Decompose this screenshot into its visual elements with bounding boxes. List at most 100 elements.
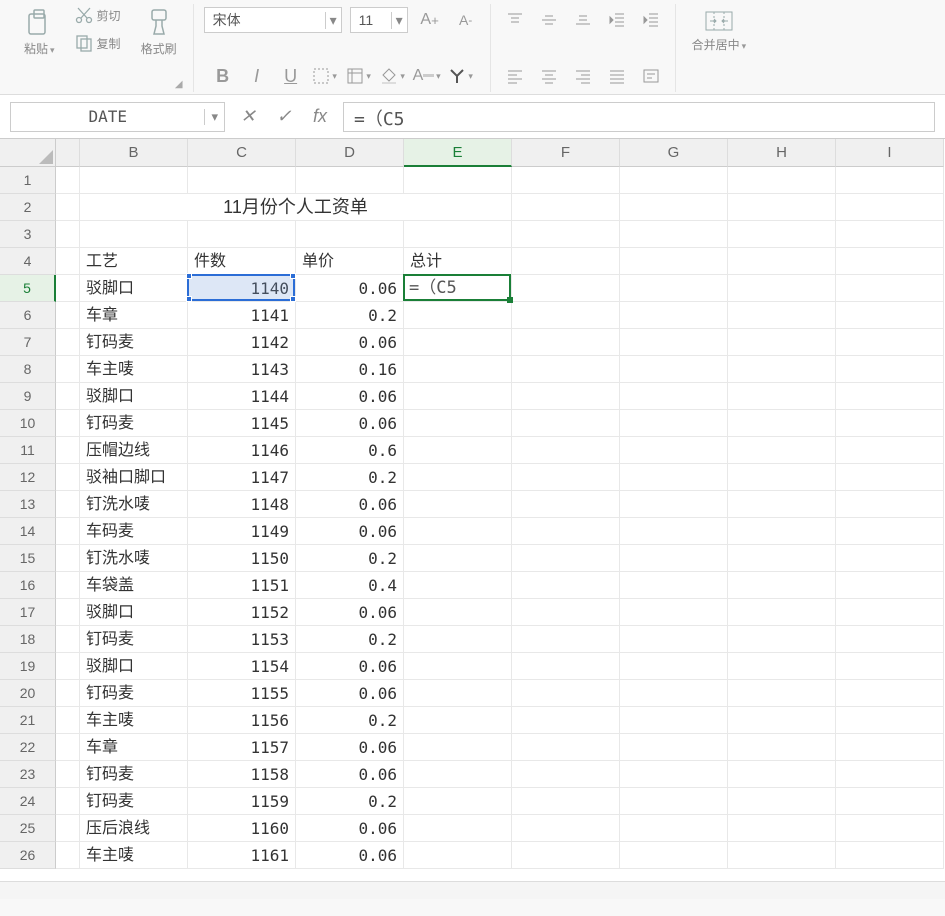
row-header-6[interactable]: 6: [0, 302, 56, 329]
cell[interactable]: 钉码麦: [80, 410, 188, 437]
cell[interactable]: 1151: [188, 572, 296, 599]
cell[interactable]: [296, 221, 404, 248]
cell[interactable]: [56, 842, 80, 869]
decrease-indent-icon[interactable]: [603, 6, 631, 34]
cell[interactable]: 驳袖口脚口: [80, 464, 188, 491]
cell[interactable]: [404, 572, 512, 599]
cell[interactable]: 驳脚口: [80, 275, 188, 302]
cell[interactable]: [404, 302, 512, 329]
row-header-12[interactable]: 12: [0, 464, 56, 491]
align-right-icon[interactable]: [569, 62, 597, 90]
cell[interactable]: [836, 815, 944, 842]
cell[interactable]: [620, 194, 728, 221]
cell[interactable]: [836, 383, 944, 410]
align-center-icon[interactable]: [535, 62, 563, 90]
select-all-corner[interactable]: [0, 139, 56, 167]
cell[interactable]: [836, 167, 944, 194]
cell[interactable]: [512, 815, 620, 842]
cell[interactable]: [404, 761, 512, 788]
row-header-4[interactable]: 4: [0, 248, 56, 275]
cell[interactable]: [80, 167, 188, 194]
font-name-select[interactable]: 宋体▾: [204, 7, 342, 33]
cell[interactable]: [296, 167, 404, 194]
cell[interactable]: [620, 437, 728, 464]
cell[interactable]: [56, 815, 80, 842]
cell[interactable]: [56, 707, 80, 734]
cell[interactable]: 0.16: [296, 356, 404, 383]
cell[interactable]: 0.06: [296, 599, 404, 626]
cell[interactable]: [620, 842, 728, 869]
clear-format-button[interactable]: [447, 62, 475, 90]
cell[interactable]: [620, 653, 728, 680]
cell[interactable]: [620, 329, 728, 356]
cell[interactable]: [836, 626, 944, 653]
spreadsheet-grid[interactable]: BCDEFGHI 1234567891011121314151617181920…: [0, 139, 945, 899]
cell[interactable]: [56, 410, 80, 437]
cell[interactable]: [56, 599, 80, 626]
cell[interactable]: 0.2: [296, 626, 404, 653]
align-left-icon[interactable]: [501, 62, 529, 90]
cell[interactable]: [512, 248, 620, 275]
cell[interactable]: 车章: [80, 734, 188, 761]
cell[interactable]: 0.06: [296, 842, 404, 869]
cell[interactable]: [512, 788, 620, 815]
cell[interactable]: [728, 599, 836, 626]
cell[interactable]: [404, 410, 512, 437]
cell[interactable]: [728, 788, 836, 815]
row-header-24[interactable]: 24: [0, 788, 56, 815]
cell[interactable]: [56, 383, 80, 410]
fill-style-button[interactable]: [345, 62, 373, 90]
row-header-20[interactable]: 20: [0, 680, 56, 707]
cell[interactable]: 11月份个人工资单: [80, 194, 512, 221]
cell[interactable]: [404, 707, 512, 734]
cell[interactable]: 0.2: [296, 302, 404, 329]
cell[interactable]: 工艺: [80, 248, 188, 275]
cell[interactable]: [728, 707, 836, 734]
cell[interactable]: [56, 248, 80, 275]
cell[interactable]: 钉码麦: [80, 761, 188, 788]
cell[interactable]: [620, 626, 728, 653]
cell[interactable]: [188, 167, 296, 194]
col-header-I[interactable]: I: [836, 139, 944, 167]
cell[interactable]: [56, 518, 80, 545]
cell[interactable]: [404, 653, 512, 680]
cell[interactable]: [56, 491, 80, 518]
cell[interactable]: [512, 491, 620, 518]
row-header-22[interactable]: 22: [0, 734, 56, 761]
cell[interactable]: [836, 734, 944, 761]
cell[interactable]: 0.2: [296, 464, 404, 491]
cell[interactable]: 1161: [188, 842, 296, 869]
cell[interactable]: [512, 545, 620, 572]
cell[interactable]: [728, 383, 836, 410]
col-header-B[interactable]: B: [80, 139, 188, 167]
cell[interactable]: [404, 734, 512, 761]
cell[interactable]: 1142: [188, 329, 296, 356]
cell[interactable]: [512, 626, 620, 653]
row-header-1[interactable]: 1: [0, 167, 56, 194]
cell[interactable]: [404, 815, 512, 842]
row-header-5[interactable]: 5: [0, 275, 56, 302]
cell[interactable]: [836, 464, 944, 491]
cell[interactable]: [728, 410, 836, 437]
cell[interactable]: 1153: [188, 626, 296, 653]
cell[interactable]: [512, 734, 620, 761]
cell[interactable]: [620, 815, 728, 842]
col-header-D[interactable]: D: [296, 139, 404, 167]
cell[interactable]: 1144: [188, 383, 296, 410]
increase-indent-icon[interactable]: [637, 6, 665, 34]
cell[interactable]: 1150: [188, 545, 296, 572]
row-header-9[interactable]: 9: [0, 383, 56, 410]
cell[interactable]: [512, 653, 620, 680]
cell[interactable]: [620, 518, 728, 545]
row-header-16[interactable]: 16: [0, 572, 56, 599]
cell[interactable]: 钉码麦: [80, 680, 188, 707]
cell[interactable]: [512, 680, 620, 707]
cell[interactable]: [56, 194, 80, 221]
row-header-15[interactable]: 15: [0, 545, 56, 572]
cell[interactable]: [836, 437, 944, 464]
cell[interactable]: 0.2: [296, 707, 404, 734]
cell[interactable]: [512, 437, 620, 464]
cell[interactable]: [56, 761, 80, 788]
row-header-3[interactable]: 3: [0, 221, 56, 248]
row-header-25[interactable]: 25: [0, 815, 56, 842]
